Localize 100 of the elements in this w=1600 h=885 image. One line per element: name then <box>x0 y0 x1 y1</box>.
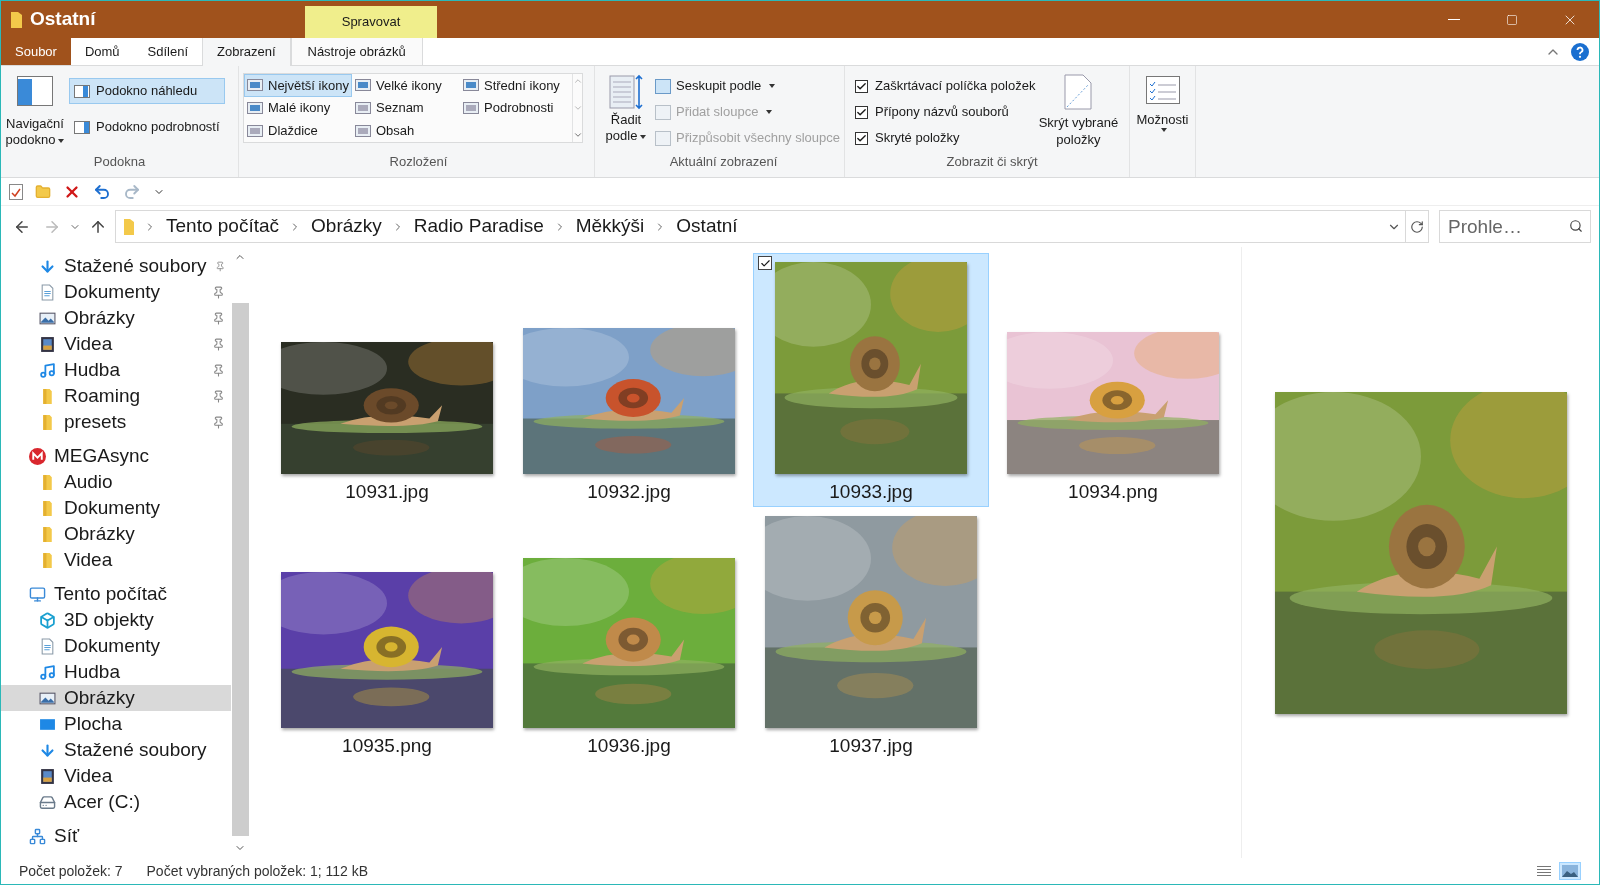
layout-option[interactable]: Malé ikony <box>244 96 352 120</box>
file-item[interactable]: 10932.jpg <box>511 253 747 507</box>
file-name: 10937.jpg <box>829 733 913 758</box>
caret-icon <box>640 134 647 139</box>
file-item[interactable]: 10934.png <box>995 253 1231 507</box>
film-icon <box>39 335 56 353</box>
file-name: 10934.png <box>1068 479 1158 504</box>
nav-item[interactable]: Audio <box>1 469 231 495</box>
file-item[interactable]: 10935.png <box>269 507 505 761</box>
nav-item[interactable]: Dokumenty <box>1 633 231 659</box>
caret-icon <box>1161 128 1167 132</box>
file-item[interactable]: 10933.jpg <box>753 253 989 507</box>
file-item[interactable]: 10931.jpg <box>269 253 505 507</box>
layout-option[interactable]: Seznam <box>352 96 460 120</box>
document-icon <box>1063 74 1094 110</box>
show-hide-checkbox[interactable]: Zaškrtávací políčka položek <box>855 75 1036 97</box>
nav-item[interactable]: Acer (C:) <box>1 789 231 815</box>
checkbox[interactable] <box>855 105 868 119</box>
nav-item[interactable]: Obrázky <box>1 521 231 547</box>
nav-item[interactable]: Stažené soubory <box>1 253 231 279</box>
nav-item[interactable]: Tento počítač <box>1 581 231 607</box>
columns-icon <box>655 78 671 94</box>
search-icon <box>1569 219 1583 233</box>
view-icon <box>247 102 263 114</box>
breadcrumb[interactable]: Ostatní <box>676 212 738 241</box>
mega-icon <box>29 447 46 465</box>
properties-icon[interactable] <box>9 183 23 200</box>
group-label: Zobrazit či skrýt <box>945 152 1039 171</box>
nav-item[interactable]: Hudba <box>1 357 231 383</box>
nav-item[interactable]: presets <box>1 409 231 435</box>
navigation-pane-button[interactable]: Navigační podokno <box>1 66 69 152</box>
ribbon-tab[interactable]: Soubor <box>1 38 71 65</box>
nav-label: Audio <box>64 469 114 494</box>
nav-item[interactable]: Roaming <box>1 383 231 409</box>
breadcrumb[interactable]: Radio Paradise <box>413 212 544 241</box>
layout-option[interactable]: Velké ikony <box>352 74 460 97</box>
nav-item[interactable]: Hudba <box>1 659 231 685</box>
caret-icon <box>766 110 773 114</box>
pane-toggle-button[interactable]: Podokno podrobností <box>69 114 225 140</box>
caret-icon <box>58 138 65 143</box>
help-icon[interactable] <box>1571 42 1589 61</box>
nav-item[interactable]: Síť <box>1 823 231 849</box>
nav-label: Acer (C:) <box>64 789 141 814</box>
ribbon-tab[interactable]: Domů <box>70 38 134 65</box>
search-field[interactable]: Prohle… <box>1439 210 1591 243</box>
ribbon-tab[interactable]: Sdílení <box>133 38 203 65</box>
download-icon <box>39 741 56 759</box>
list-icon <box>1536 864 1552 878</box>
nav-item[interactable]: Stažené soubory <box>1 737 231 763</box>
nav-item[interactable]: 3D objekty <box>1 607 231 633</box>
breadcrumb[interactable]: Obrázky <box>311 212 382 241</box>
ribbon-tab[interactable]: Zobrazení <box>202 38 291 66</box>
nav-item[interactable]: Obrázky <box>1 685 231 711</box>
nav-item[interactable]: MEGAsync <box>1 443 231 469</box>
nav-item[interactable]: Videa <box>1 763 231 789</box>
nav-label: 3D objekty <box>64 607 155 632</box>
view-icon <box>463 102 479 114</box>
sort-by-button[interactable]: Řadit podle <box>603 66 649 152</box>
address-bar[interactable]: Tento počítač Obrázky Radio Paradise Měkkýši Ostatní <box>115 210 1429 243</box>
checkbox[interactable] <box>855 79 868 93</box>
large-icons-view-button[interactable] <box>1559 862 1581 880</box>
expand-gallery-icon[interactable] <box>573 130 583 140</box>
folder-icon <box>124 218 134 235</box>
breadcrumb[interactable]: Měkkýši <box>575 212 645 241</box>
layout-option[interactable]: Střední ikony <box>460 74 572 97</box>
nav-item[interactable]: Videa <box>1 547 231 573</box>
nav-label: Dokumenty <box>64 495 162 520</box>
layout-option[interactable]: Podrobnosti <box>460 96 572 120</box>
undo-icon[interactable] <box>93 182 111 201</box>
view-command-button[interactable]: Seskupit podle <box>655 75 841 97</box>
file-name: 10935.png <box>342 733 432 758</box>
minimize-icon <box>1448 19 1460 20</box>
options-button[interactable]: Možnosti <box>1130 66 1195 177</box>
folder-icon <box>11 11 22 28</box>
selection-info: Počet vybraných položek: 1; 112 kB <box>146 861 369 881</box>
item-checkbox[interactable] <box>758 256 772 270</box>
nav-item[interactable]: Videa <box>1 331 231 357</box>
refresh-icon[interactable] <box>1410 219 1424 234</box>
show-hide-checkbox[interactable]: Přípony názvů souborů <box>855 101 1036 123</box>
nav-label: Videa <box>64 547 114 572</box>
show-hide-checkbox[interactable]: Skryté položky <box>855 127 1036 149</box>
nav-item[interactable]: Obrázky <box>1 305 231 331</box>
pane-toggle-button[interactable]: Podokno náhledu <box>69 78 225 104</box>
layout-option[interactable]: Dlaždice <box>244 119 352 142</box>
nav-label: Videa <box>64 331 114 356</box>
layout-option[interactable]: Největší ikony <box>244 74 352 97</box>
nav-label: Dokumenty <box>64 633 162 658</box>
breadcrumb[interactable]: Tento počítač <box>166 212 280 241</box>
group-label: Rozložení <box>388 152 449 171</box>
hide-selected-button[interactable]: Skrýt vybrané položky <box>1035 66 1122 152</box>
nav-item[interactable]: Dokumenty <box>1 279 231 305</box>
nav-item[interactable]: Plocha <box>1 711 231 737</box>
nav-item[interactable]: Dokumenty <box>1 495 231 521</box>
columns-icon <box>655 104 671 120</box>
file-item[interactable]: 10936.jpg <box>511 507 747 761</box>
view-icon <box>463 79 479 92</box>
ribbon-tab[interactable]: Nástroje obrázků <box>290 38 423 65</box>
layout-option[interactable]: Obsah <box>352 119 460 142</box>
file-item[interactable]: 10937.jpg <box>753 507 989 761</box>
checkbox[interactable] <box>855 131 868 145</box>
